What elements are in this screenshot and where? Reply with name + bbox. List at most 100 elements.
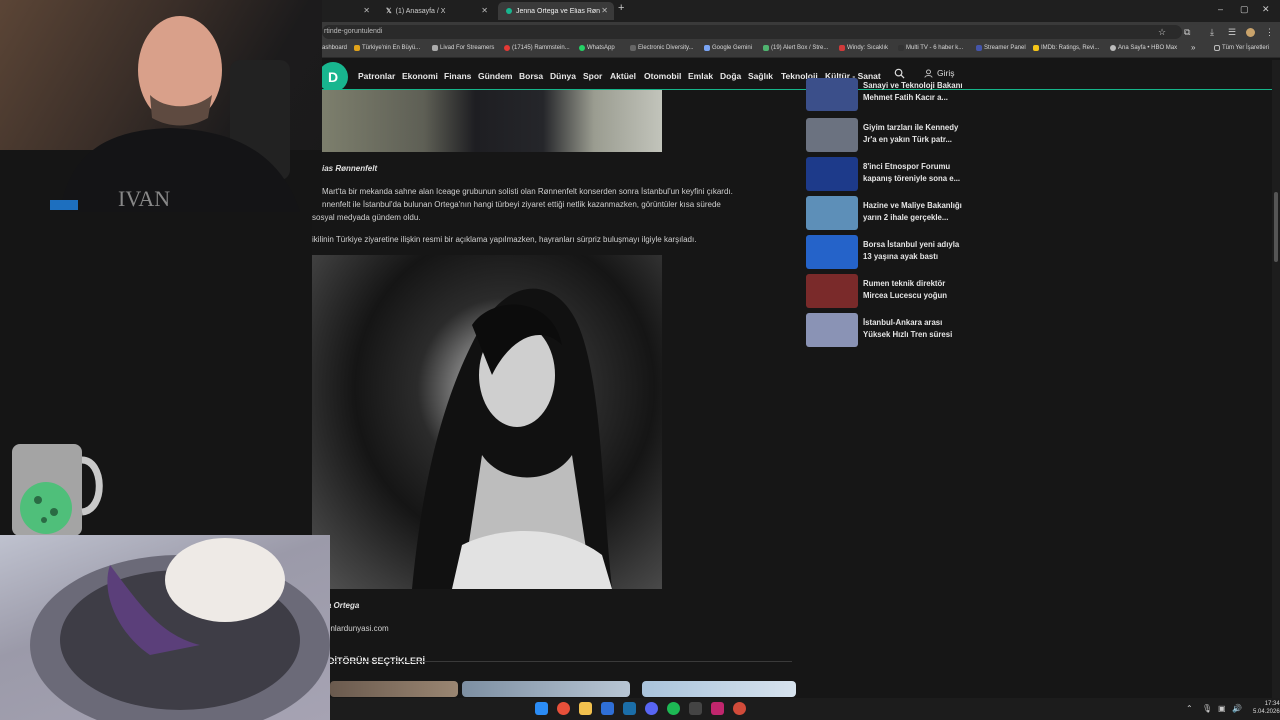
url-field[interactable]: rtinde-goruntulendi [322, 25, 1182, 39]
page-scrollbar[interactable] [1272, 60, 1280, 698]
bookmark-item[interactable]: Google Gemini [704, 45, 752, 51]
nav-item-emlak[interactable]: Emlak [688, 71, 713, 81]
news-title: 8'inci Etnospor Forumu kapanış töreniyle… [863, 162, 961, 183]
photo-source: onlardunyasi.com [326, 624, 389, 633]
spotify-icon[interactable] [667, 702, 680, 715]
nav-item-borsa[interactable]: Borsa [519, 71, 543, 81]
bookmark-item[interactable]: Livad For Streamers [432, 45, 494, 51]
article-photo-ortega [312, 255, 662, 589]
nav-item-spor[interactable]: Spor [583, 71, 602, 81]
download-icon[interactable]: ⤓ [1210, 27, 1214, 38]
news-title: Borsa İstanbul yeni adıyla 13 yaşına aya… [863, 240, 960, 261]
sidebar-news-item[interactable]: Giyim tarzları ile Kennedy Jr'a en yakın… [806, 118, 966, 152]
bookmark-label: Tüm Yer İşaretleri [1222, 45, 1270, 51]
pet-cam-overlay [0, 535, 330, 720]
nav-item-saglik[interactable]: Sağlık [748, 71, 773, 81]
tray-chevron-icon[interactable]: ⌃ [1186, 704, 1193, 713]
nav-item-aktuel[interactable]: Aktüel [610, 71, 636, 81]
volume-icon[interactable]: 🔊 [1232, 704, 1242, 713]
sidebar-news-item[interactable]: İstanbul-Ankara arası Yüksek Hızlı Tren … [806, 313, 966, 347]
sidebar-news-item[interactable]: Borsa İstanbul yeni adıyla 13 yaşına aya… [806, 235, 966, 269]
bookmark-item[interactable]: Ana Sayfa • HBO Max [1110, 45, 1177, 51]
bookmark-item[interactable]: (19) Alert Box / Stre... [763, 45, 828, 51]
sidebar-news-item[interactable]: 8'inci Etnospor Forumu kapanış töreniyle… [806, 157, 966, 191]
nav-item-gundem[interactable]: Gündem [478, 71, 512, 81]
bookmark-item[interactable]: (17145) Rammstein... [504, 45, 570, 51]
news-title: Giyim tarzları ile Kennedy Jr'a en yakın… [863, 123, 959, 144]
browser-tab-active[interactable]: Jenna Ortega ve Elias Rønnenf... ✕ [498, 2, 614, 20]
nav-item-dunya[interactable]: Dünya [550, 71, 576, 81]
nav-item-otomobil[interactable]: Otomobil [644, 71, 681, 81]
news-thumbnail [806, 78, 858, 111]
svg-text:IVAN: IVAN [118, 186, 170, 211]
bookmark-label: Livad For Streamers [440, 45, 495, 51]
close-tab-icon[interactable]: ✕ [481, 6, 488, 15]
editors-pick-thumbnail[interactable] [642, 681, 796, 697]
article-paragraph: ikilinin Türkiye ziyaretine ilişkin resm… [312, 235, 697, 244]
browser-tab[interactable]: ✕ [324, 2, 376, 20]
close-window-icon[interactable]: ✕ [1262, 4, 1270, 15]
menu-icon[interactable]: ⋮ [1265, 27, 1274, 38]
site-logo[interactable]: D [318, 62, 348, 92]
browser-tab[interactable]: 𝕏 (1) Anasayfa / X ✕ [378, 2, 494, 20]
nav-item-ekonomi[interactable]: Ekonomi [402, 71, 438, 81]
bookmark-label: IMDb: Ratings, Revi... [1041, 45, 1100, 51]
new-tab-icon[interactable]: + [618, 2, 624, 14]
maximize-icon[interactable]: ▢ [1240, 4, 1249, 15]
star-icon[interactable]: ☆ [1158, 27, 1166, 38]
app-icon[interactable] [711, 702, 724, 715]
sidebar-news-item[interactable]: Rumen teknik direktör Mircea Lucescu yoğ… [806, 274, 966, 308]
bookmark-label: Ana Sayfa • HBO Max [1118, 45, 1178, 51]
bookmark-item[interactable]: IMDb: Ratings, Revi... [1033, 45, 1099, 51]
editors-pick-thumbnail[interactable] [330, 681, 458, 697]
bookmark-item[interactable]: ashboard [322, 45, 347, 51]
nav-item-doga[interactable]: Doğa [720, 71, 741, 81]
windows-start-icon[interactable] [535, 702, 548, 715]
editors-pick-thumbnail[interactable] [462, 681, 630, 697]
app-icon[interactable] [733, 702, 746, 715]
bookmark-label: ashboard [322, 45, 348, 51]
clock-time: 17:34 [1264, 701, 1280, 707]
file-explorer-icon[interactable] [579, 702, 592, 715]
minimize-icon[interactable]: – [1218, 4, 1223, 14]
news-title: Rumen teknik direktör Mircea Lucescu yoğ… [863, 279, 948, 304]
bookmark-item[interactable]: Multi TV - 6 haber k... [898, 45, 963, 51]
all-bookmarks-button[interactable]: Tüm Yer İşaretleri [1214, 45, 1269, 51]
nav-item-patronlar[interactable]: Patronlar [358, 71, 395, 81]
more-bookmarks-button[interactable]: » [1191, 43, 1195, 52]
bookmark-item[interactable]: WhatsApp [579, 45, 615, 51]
microphone-icon[interactable]: 🎙 [1202, 704, 1212, 713]
scrollbar-thumb[interactable] [1274, 192, 1278, 262]
bookmark-favicon-icon [898, 45, 904, 51]
imdb-icon [1033, 45, 1039, 51]
taskbar-clock[interactable]: 17:34 5.04.2026 [1253, 700, 1280, 716]
bookmark-item[interactable]: Streamer Panel [976, 45, 1026, 51]
webcam-overlay: IVAN [0, 0, 322, 212]
photo-caption: ias Rønnenfelt [322, 164, 378, 173]
sidebar-news-item[interactable]: Hazine ve Maliye Bakanlığı yarın 2 ihale… [806, 196, 966, 230]
profile-avatar[interactable] [1246, 28, 1255, 37]
bookmark-favicon-icon [630, 45, 636, 51]
login-button[interactable]: Giriş [924, 68, 954, 78]
bookmark-item[interactable]: Windy: Sıcaklık [839, 45, 888, 51]
close-tab-icon[interactable]: ✕ [601, 6, 608, 15]
news-title: Hazine ve Maliye Bakanlığı yarın 2 ihale… [863, 201, 962, 222]
bookmark-item[interactable]: Türkiye'nin En Büyü... [354, 45, 420, 51]
close-tab-icon[interactable]: ✕ [363, 6, 370, 15]
app-icon[interactable] [601, 702, 614, 715]
bookmark-item[interactable]: Electronic Diversity... [630, 45, 694, 51]
extensions-icon[interactable]: ⧉ [1184, 27, 1190, 38]
news-thumbnail [806, 274, 858, 308]
media-icon[interactable]: ☰ [1228, 27, 1236, 38]
bookmark-label: Türkiye'nin En Büyü... [362, 45, 421, 51]
sidebar-news-item[interactable]: Sanayi ve Teknoloji Bakanı Mehmet Fatih … [806, 78, 966, 111]
epic-games-icon[interactable] [689, 702, 702, 715]
steam-icon[interactable] [623, 702, 636, 715]
nav-item-finans[interactable]: Finans [444, 71, 471, 81]
site-favicon-icon [506, 8, 512, 14]
discord-icon[interactable] [645, 702, 658, 715]
network-icon[interactable]: ▣ [1218, 704, 1226, 713]
bookmark-label: Windy: Sıcaklık [847, 45, 889, 51]
news-thumbnail [806, 196, 858, 230]
chrome-icon[interactable] [557, 702, 570, 715]
